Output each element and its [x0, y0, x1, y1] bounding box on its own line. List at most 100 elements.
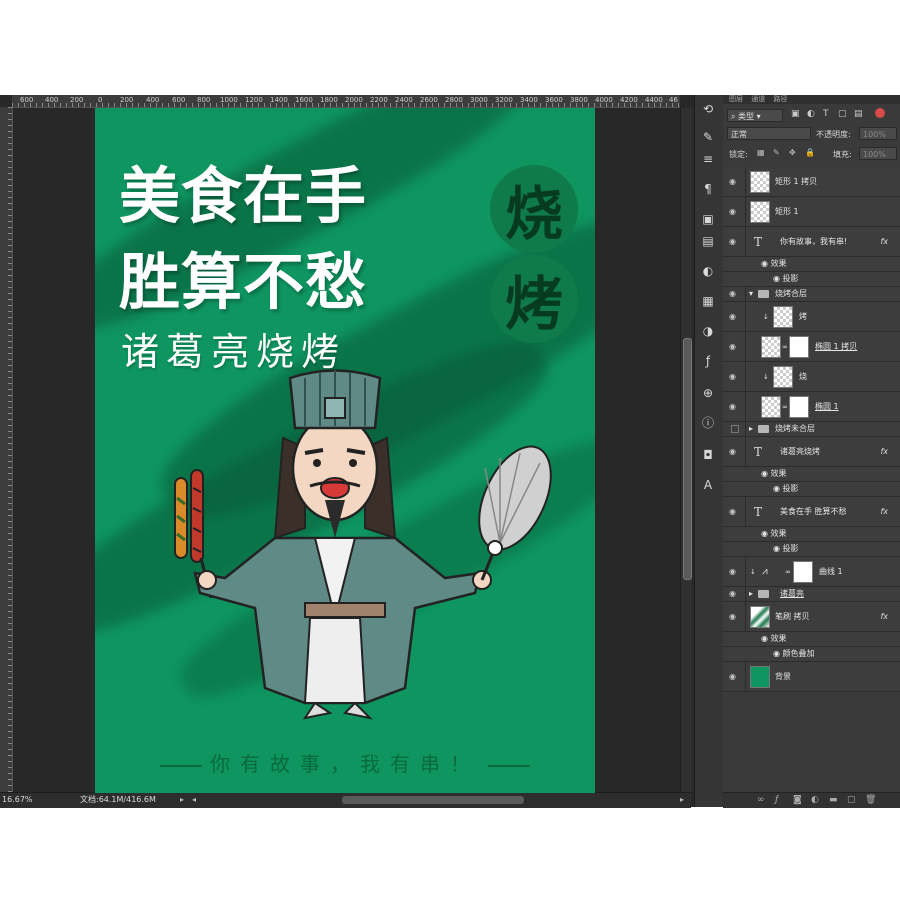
eye-icon[interactable]: ◉ [729, 177, 739, 185]
new-group-icon[interactable]: ▬ [829, 795, 838, 805]
info-icon[interactable]: ⓘ [700, 415, 716, 431]
lock-all-icon[interactable]: 🔒 [805, 148, 815, 157]
layer-name[interactable]: 矩形 1 拷贝 [775, 177, 817, 187]
layer-name[interactable]: 矩形 1 [775, 207, 799, 217]
channels-icon[interactable]: ◘ [700, 447, 716, 463]
eye-icon[interactable]: ◉ [729, 237, 739, 245]
layer-name[interactable]: 椭圆 1 拷贝 [815, 342, 857, 352]
layer-name[interactable]: 背景 [775, 672, 791, 682]
effect-row[interactable]: ◉ 效果 [723, 632, 900, 647]
horizontal-ruler[interactable]: 600 400 200 0 200 400 600 800 1000 1200 … [12, 95, 680, 108]
filter-toggle-icon[interactable] [875, 108, 885, 118]
eye-icon[interactable]: ◉ [773, 274, 780, 283]
layer-name[interactable]: 烧 [799, 372, 807, 382]
transform-icon[interactable]: ⊕ [700, 385, 716, 401]
fx-icon[interactable]: fx [880, 447, 888, 456]
layer-row[interactable]: ◉ T 美食在手 胜算不愁 fx [723, 497, 900, 527]
paragraph-icon[interactable]: ¶ [700, 181, 716, 197]
layer-name[interactable]: 美食在手 胜算不愁 [780, 507, 847, 517]
layer-row[interactable]: ◉ ∞ 椭圆 1 [723, 392, 900, 422]
layer-filter-select[interactable]: ⌕ 类型 ▾ [727, 109, 783, 122]
sliders-icon[interactable]: ≡ [700, 151, 716, 167]
eye-icon[interactable]: ◉ [761, 634, 768, 643]
layer-mask-thumbnail[interactable] [789, 336, 809, 358]
eye-icon[interactable]: ◉ [761, 259, 768, 268]
fx-icon[interactable]: fx [880, 237, 888, 246]
filter-type-icon[interactable]: T [823, 109, 829, 119]
eye-icon[interactable]: ◉ [729, 342, 739, 350]
layer-name[interactable]: 椭圆 1 [815, 402, 839, 412]
layer-row[interactable]: ◉ ∞ 椭圆 1 拷贝 [723, 332, 900, 362]
layer-group-row[interactable]: ◉ ▸ 诸葛亮 [723, 587, 900, 602]
layer-row[interactable]: ◉ 背景 [723, 662, 900, 692]
layer-row[interactable]: ◉ 笔刷 拷贝 fx [723, 602, 900, 632]
layer-row[interactable]: ◉ 矩形 1 拷贝 [723, 167, 900, 197]
eye-icon[interactable]: ◉ [729, 402, 739, 410]
effect-row[interactable]: ◉ 效果 [723, 467, 900, 482]
layer-row[interactable]: ◉ 矩形 1 [723, 197, 900, 227]
tab-layers[interactable]: 图层 [729, 95, 743, 103]
eye-icon[interactable]: ◉ [729, 312, 739, 320]
layer-name[interactable]: 诸葛亮 [780, 589, 804, 599]
fx-icon[interactable]: fx [880, 507, 888, 516]
layer-row[interactable]: ◉ T 你有故事，我有串! fx [723, 227, 900, 257]
layer-name[interactable]: 烧烤合层 [775, 289, 807, 299]
eye-icon[interactable]: ◉ [729, 590, 739, 598]
layer-row[interactable]: ◉ ↓ 烧 [723, 362, 900, 392]
filter-smart-icon[interactable]: ▤ [854, 109, 863, 119]
link-layers-icon[interactable]: ∞ [757, 795, 765, 805]
notes-icon[interactable]: ▤ [700, 233, 716, 249]
filter-shape-icon[interactable]: ▢ [838, 109, 847, 119]
layer-group-row[interactable]: ▸ 烧烤未合层 [723, 422, 900, 437]
lock-position-icon[interactable]: ✥ [789, 148, 796, 157]
character-icon[interactable]: A [700, 477, 716, 493]
adjustments-icon[interactable]: ◑ [700, 323, 716, 339]
status-menu-arrow-icon[interactable]: ▸ [180, 793, 184, 807]
eye-icon[interactable]: ◉ [729, 290, 739, 298]
effect-row[interactable]: ◉ 投影 [723, 272, 900, 287]
layer-name[interactable]: 笔刷 拷贝 [775, 612, 810, 622]
vertical-ruler[interactable] [0, 107, 13, 792]
eye-icon[interactable]: ◉ [729, 612, 739, 620]
effect-row[interactable]: ◉ 投影 [723, 482, 900, 497]
eye-icon[interactable]: ◉ [773, 544, 780, 553]
hidden-eye-box[interactable] [731, 425, 739, 433]
eye-icon[interactable]: ◉ [729, 507, 739, 515]
eye-icon[interactable]: ◉ [729, 372, 739, 380]
lock-pixels-icon[interactable]: ✎ [773, 148, 780, 157]
eye-icon[interactable]: ◉ [729, 567, 739, 575]
brush-icon[interactable]: ✎ [700, 129, 716, 145]
scroll-left-icon[interactable]: ◂ [192, 793, 196, 807]
eye-icon[interactable]: ◉ [729, 207, 739, 215]
tab-channels[interactable]: 通道 [751, 95, 765, 103]
add-style-icon[interactable]: ƒ [775, 795, 778, 805]
eye-icon[interactable]: ◉ [773, 649, 780, 658]
layer-name[interactable]: 烤 [799, 312, 807, 322]
layer-mask-thumbnail[interactable] [789, 396, 809, 418]
fx-icon[interactable]: fx [880, 612, 888, 621]
effect-row[interactable]: ◉ 效果 [723, 257, 900, 272]
vertical-scrollbar[interactable] [680, 108, 692, 792]
lock-transparent-icon[interactable]: ▦ [757, 148, 765, 157]
layer-row[interactable]: ◉ T 诸葛亮烧烤 fx [723, 437, 900, 467]
eye-icon[interactable]: ◉ [773, 484, 780, 493]
scrollbar-thumb[interactable] [683, 338, 692, 580]
layer-group-row[interactable]: ◉ ▾ 烧烤合层 [723, 287, 900, 302]
navigator-icon[interactable]: ▣ [700, 211, 716, 227]
swatches-icon[interactable]: ▦ [700, 293, 716, 309]
history-icon[interactable]: ⟲ [700, 101, 716, 117]
add-mask-icon[interactable]: ◙ [793, 795, 802, 805]
link-icon[interactable]: ∞ [782, 342, 788, 352]
document-canvas[interactable]: 美食在手 胜算不愁 诸葛亮烧烤 烧 烤 你有故事，我有串！ [95, 108, 595, 793]
eye-icon[interactable]: ◉ [761, 469, 768, 478]
layer-name[interactable]: 你有故事，我有串! [780, 237, 847, 247]
layer-row[interactable]: ◉ ↓ ⩘ ∞ 曲线 1 [723, 557, 900, 587]
blend-mode-select[interactable]: 正常 [727, 127, 811, 140]
layer-name[interactable]: 曲线 1 [819, 567, 843, 577]
filter-adjustment-icon[interactable]: ◐ [807, 109, 815, 119]
group-toggle-icon[interactable]: ▸ [749, 424, 753, 434]
link-icon[interactable]: ∞ [785, 567, 791, 577]
layer-mask-thumbnail[interactable] [793, 561, 813, 583]
layer-row[interactable]: ◉ ↓ 烤 [723, 302, 900, 332]
fill-field[interactable]: 100% [859, 147, 897, 160]
